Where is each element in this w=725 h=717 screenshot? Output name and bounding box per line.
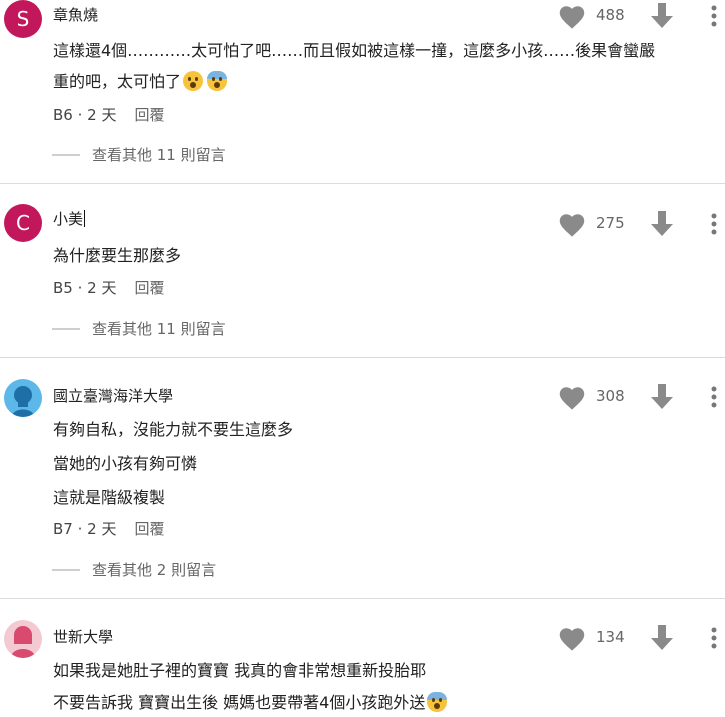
reply-button[interactable]: 回覆 [134,520,164,538]
avatar-letter: C [16,211,30,235]
author-name[interactable]: 世新大學 [53,626,113,647]
like-count: 308 [596,387,625,405]
divider-dash [52,568,80,571]
view-more-replies-link[interactable]: 查看其他 11 則留言 [52,144,226,165]
more-vertical-icon[interactable] [710,626,718,650]
fearful-face-emoji [207,71,228,91]
comment-meta: B5 · 2 天回覆 [53,279,165,297]
comment-divider [0,357,725,358]
like-count: 275 [596,214,625,232]
comment-divider [0,598,725,599]
author-name[interactable]: 小美 [53,208,86,229]
post-time: 2 天 [87,106,117,124]
comment-text: 重的吧，太可怕了 [53,72,182,91]
avatar[interactable]: S [4,0,42,38]
comment-text-line: 這樣還4個…………太可怕了吧……而且假如被這樣一撞，這麼多小孩……後果會蠻嚴 [53,41,656,60]
more-vertical-icon[interactable] [710,4,718,28]
arrow-down-icon[interactable] [650,624,674,652]
comment-text-line: 有夠自私，沒能力就不要生這麼多 [53,420,294,439]
floor-number: B7 [53,520,73,538]
arrow-down-icon[interactable] [650,2,674,30]
author-name[interactable]: 章魚燒 [53,4,98,25]
view-more-replies-link[interactable]: 查看其他 11 則留言 [52,318,226,339]
arrow-down-icon[interactable] [650,210,674,238]
avatar-letter: S [16,7,30,31]
comment-text-line: 重的吧，太可怕了 [53,68,228,92]
like-count: 488 [596,6,625,24]
more-replies-label: 查看其他 2 則留言 [92,561,217,579]
comment-actions: 308 [558,383,725,411]
view-more-replies-link[interactable]: 查看其他 2 則留言 [52,559,216,580]
comment-actions: 488 [558,2,725,30]
heart-icon[interactable] [558,4,586,30]
school-avatar-icon[interactable] [4,620,42,658]
more-vertical-icon[interactable] [710,212,718,236]
floor-number: B5 [53,279,73,297]
post-time: 2 天 [87,279,117,297]
more-vertical-icon[interactable] [710,385,718,409]
author-name[interactable]: 國立臺灣海洋大學 [53,385,173,406]
school-avatar-icon[interactable] [4,379,42,417]
astonished-face-emoji [183,71,204,91]
author-label: 小美 [53,210,84,228]
like-count: 134 [596,628,625,646]
fearful-face-emoji [427,692,448,712]
comment-text-line: 當她的小孩有夠可憐 [53,454,198,473]
comment-text-line: 不要告訴我 寶寶出生後 媽媽也要帶著4個小孩跑外送 [53,689,448,713]
comment-divider [0,183,725,184]
comment-text-line: 為什麼要生那麼多 [53,246,182,265]
comment-text: 不要告訴我 寶寶出生後 媽媽也要帶著4個小孩跑外送 [53,693,426,712]
comment-actions: 134 [558,624,725,652]
reply-button[interactable]: 回覆 [134,279,164,297]
more-replies-label: 查看其他 11 則留言 [92,320,226,338]
comment-text-line: 這就是階級複製 [53,488,166,507]
comment-meta: B6 · 2 天回覆 [53,106,165,124]
arrow-down-icon[interactable] [650,383,674,411]
post-time: 2 天 [87,520,117,538]
reply-button[interactable]: 回覆 [134,106,164,124]
text-cursor [84,210,86,227]
floor-number: B6 [53,106,73,124]
comment-actions: 275 [558,210,725,238]
comment-meta: B7 · 2 天回覆 [53,520,165,538]
more-replies-label: 查看其他 11 則留言 [92,146,226,164]
divider-dash [52,327,80,330]
heart-icon[interactable] [558,212,586,238]
heart-icon[interactable] [558,626,586,652]
heart-icon[interactable] [558,385,586,411]
comment-text-line: 如果我是她肚子裡的寶寶 我真的會非常想重新投胎耶 [53,661,427,680]
avatar[interactable]: C [4,204,42,242]
divider-dash [52,153,80,156]
